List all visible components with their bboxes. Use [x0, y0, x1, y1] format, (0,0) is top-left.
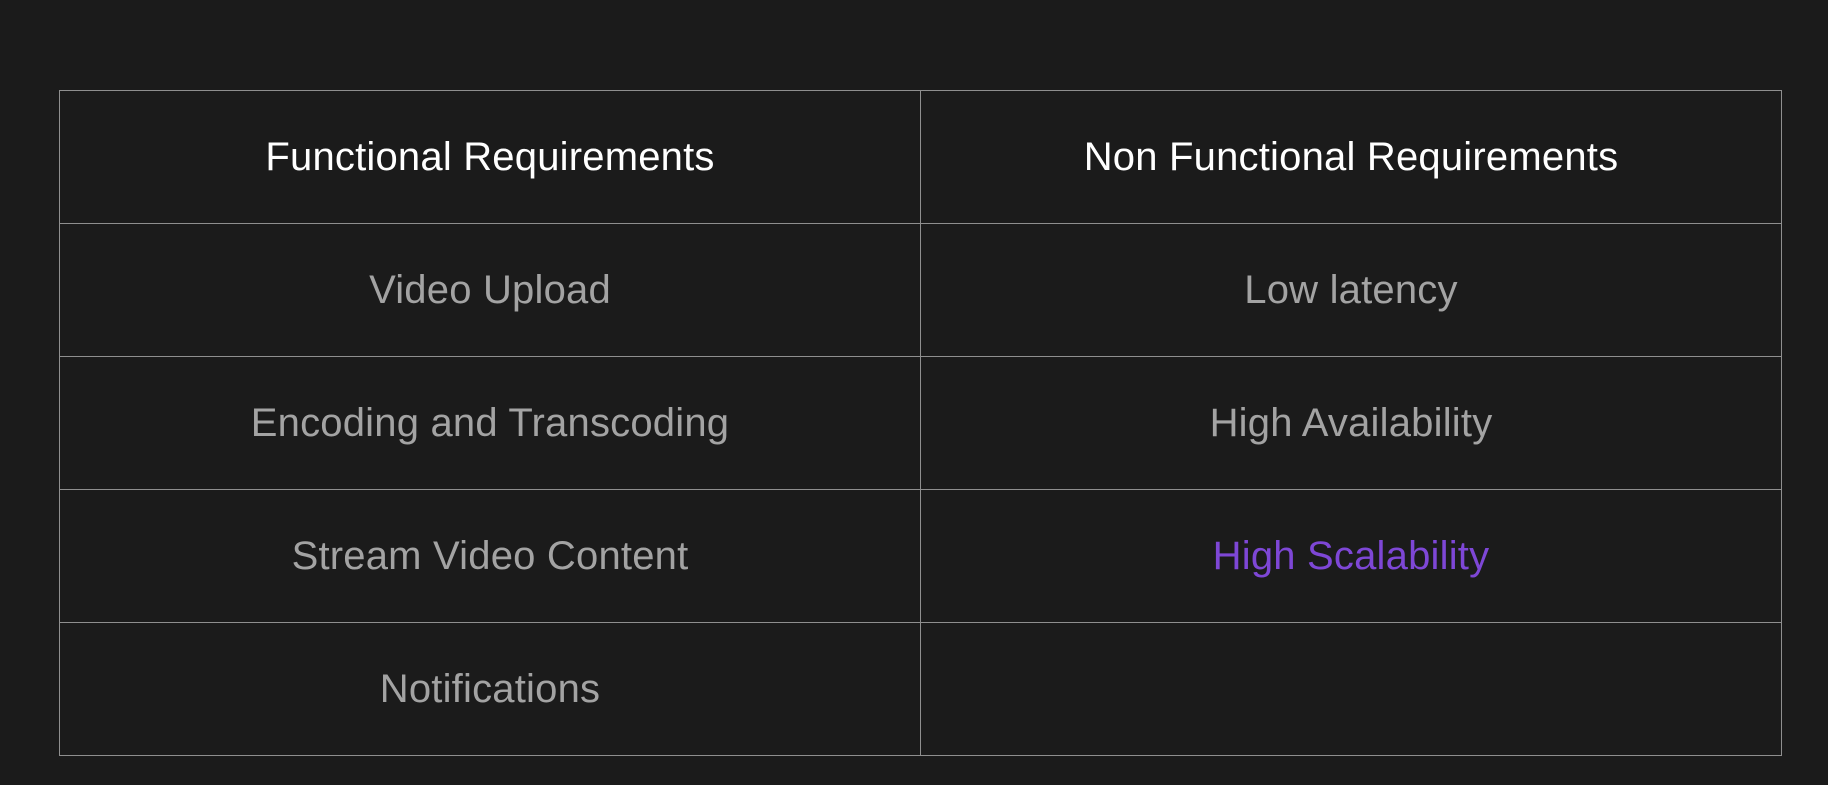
header-non-functional-requirements: Non Functional Requirements [920, 90, 1782, 224]
table-cell: Low latency [920, 223, 1782, 357]
table-cell-highlighted: High Scalability [920, 489, 1782, 623]
requirements-table: Functional Requirements Non Functional R… [59, 90, 1782, 756]
table-cell: Encoding and Transcoding [59, 356, 921, 490]
slide: Functional Requirements Non Functional R… [0, 0, 1828, 785]
table-row: Notifications [59, 622, 1782, 756]
table-cell: Video Upload [59, 223, 921, 357]
table-row: Stream Video Content High Scalability [59, 489, 1782, 623]
table-cell: Notifications [59, 622, 921, 756]
table-cell-empty [920, 622, 1782, 756]
table-row: Encoding and Transcoding High Availabili… [59, 356, 1782, 490]
header-functional-requirements: Functional Requirements [59, 90, 921, 224]
table-cell: Stream Video Content [59, 489, 921, 623]
table-cell: High Availability [920, 356, 1782, 490]
table-row: Video Upload Low latency [59, 223, 1782, 357]
table-header-row: Functional Requirements Non Functional R… [59, 90, 1782, 224]
